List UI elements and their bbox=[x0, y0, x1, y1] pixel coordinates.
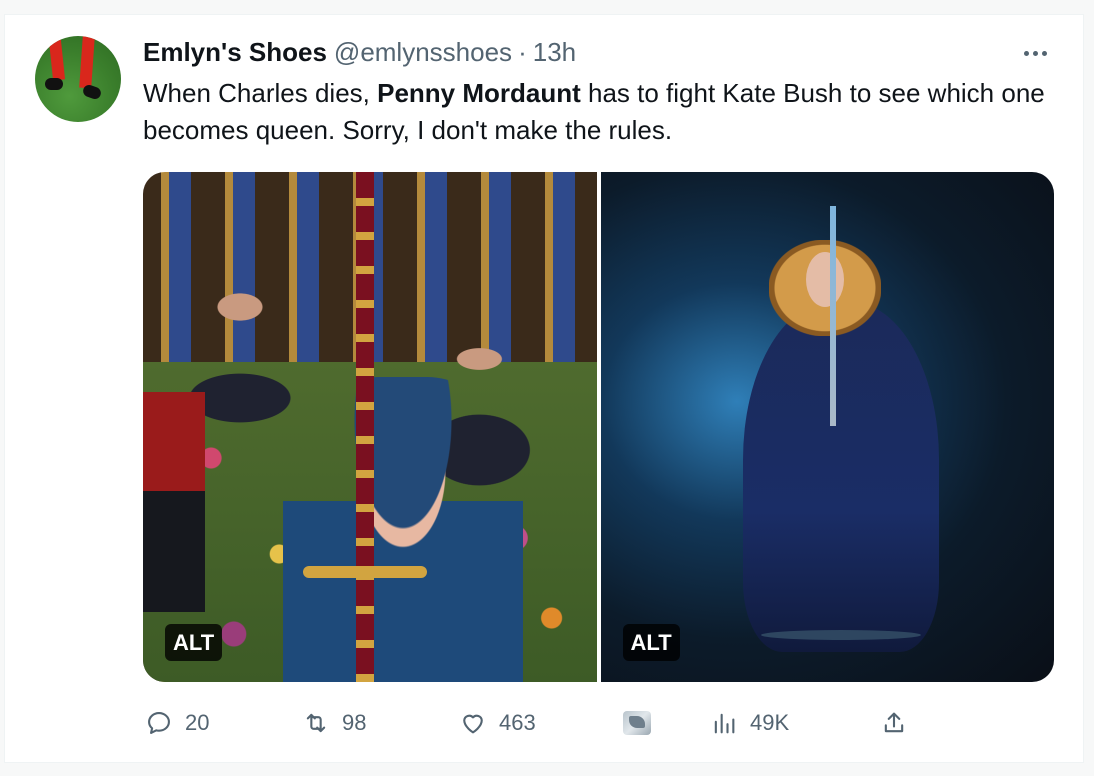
media-photo-left[interactable]: ALT bbox=[143, 172, 597, 682]
tweet-timestamp[interactable]: 13h bbox=[533, 37, 576, 68]
views-button[interactable]: 49K bbox=[710, 703, 789, 743]
share-button[interactable] bbox=[880, 703, 908, 743]
more-dot-icon bbox=[1023, 50, 1029, 56]
reaction-emoji-icon bbox=[623, 711, 651, 735]
photo-cape bbox=[742, 302, 939, 652]
reply-button[interactable]: 20 bbox=[145, 703, 209, 743]
more-dot-icon bbox=[1041, 50, 1047, 56]
more-dot-icon bbox=[1032, 50, 1038, 56]
photo-sword bbox=[356, 172, 374, 682]
tweet-card[interactable]: Emlyn's Shoes @emlynsshoes · 13h When Ch… bbox=[4, 14, 1084, 763]
photo-banner bbox=[143, 392, 205, 612]
photo-blade bbox=[829, 206, 836, 426]
like-count: 463 bbox=[499, 710, 536, 735]
avatar-shoe-right bbox=[81, 83, 103, 101]
author-avatar[interactable] bbox=[35, 36, 121, 122]
more-options-button[interactable] bbox=[1017, 41, 1053, 65]
tweet-media: ALT ALT bbox=[143, 172, 1054, 682]
alt-badge-left[interactable]: ALT bbox=[165, 624, 223, 661]
retweet-button[interactable]: 98 bbox=[302, 703, 366, 743]
share-icon bbox=[884, 712, 904, 733]
retweet-count: 98 bbox=[342, 710, 367, 735]
tweet-text: When Charles dies, Penny Mordaunt has to… bbox=[143, 75, 1063, 149]
views-count: 49K bbox=[750, 710, 790, 735]
heart-icon bbox=[463, 714, 483, 734]
alt-badge-right[interactable]: ALT bbox=[622, 624, 680, 661]
media-photo-right[interactable]: ALT bbox=[600, 172, 1054, 682]
avatar-shoe-left bbox=[45, 78, 63, 90]
reaction-emoji-button[interactable] bbox=[623, 703, 651, 743]
reply-count: 20 bbox=[185, 710, 210, 735]
author-name[interactable]: Emlyn's Shoes bbox=[143, 37, 327, 68]
avatar-leg-right bbox=[79, 36, 95, 89]
tweet-text-mention: Penny Mordaunt bbox=[377, 78, 581, 108]
analytics-icon bbox=[714, 713, 735, 734]
tweet-text-part1: When Charles dies, bbox=[143, 78, 378, 108]
author-handle[interactable]: @emlynsshoes bbox=[334, 37, 512, 68]
avatar-leg-left bbox=[48, 39, 66, 81]
photo-face bbox=[805, 252, 844, 307]
header-separator: · bbox=[518, 37, 527, 67]
photo-floor bbox=[760, 630, 921, 640]
reply-icon bbox=[148, 712, 170, 734]
photo-figure bbox=[283, 377, 523, 682]
retweet-icon bbox=[306, 713, 326, 733]
like-button[interactable]: 463 bbox=[459, 703, 536, 743]
photo-sword-guard bbox=[303, 566, 427, 578]
tweet-actions: 20 98 463 49K bbox=[143, 703, 923, 743]
tweet-header: Emlyn's Shoes @emlynsshoes · 13h bbox=[143, 37, 576, 69]
